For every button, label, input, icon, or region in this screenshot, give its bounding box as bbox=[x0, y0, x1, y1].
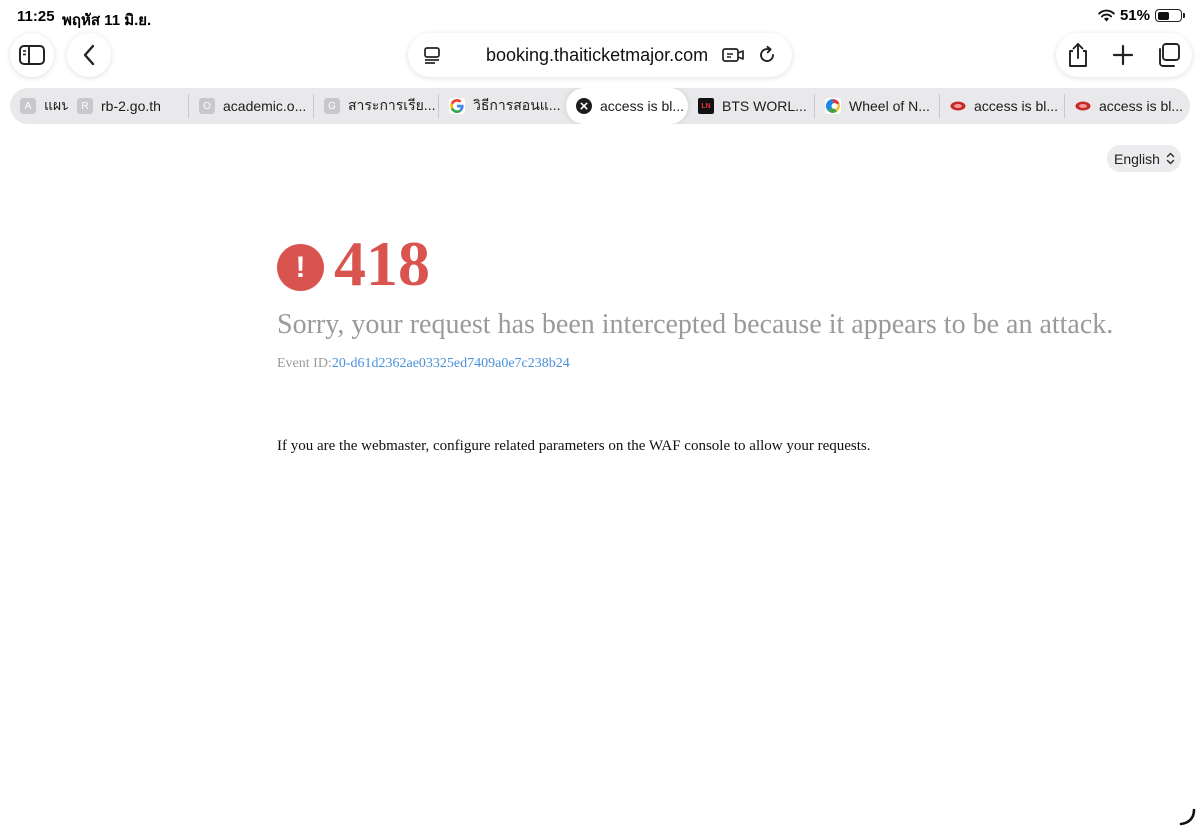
favicon: R bbox=[77, 98, 93, 114]
favicon: A bbox=[20, 98, 36, 114]
share-icon[interactable] bbox=[1064, 41, 1092, 69]
tab-item[interactable]: LN BTS WORL... bbox=[688, 88, 814, 124]
status-time: 11:25 bbox=[17, 8, 55, 25]
event-id-value: 20-d61d2362ae03325ed7409a0e7c238b24 bbox=[331, 356, 570, 371]
page-menu-icon[interactable] bbox=[420, 43, 444, 67]
status-indicators: 51% bbox=[1098, 7, 1185, 24]
error-message: Sorry, your request has been intercepted… bbox=[277, 309, 1114, 340]
event-id-line: Event ID:20-d61d2362ae03325ed7409a0e7c23… bbox=[277, 356, 570, 372]
site-favicon-icon bbox=[950, 98, 966, 114]
tab-label: rb-2.go.th bbox=[101, 98, 161, 114]
tab-item[interactable]: access is bl... bbox=[1065, 88, 1190, 124]
tab-item[interactable]: access is bl... bbox=[940, 88, 1064, 124]
tab-label: สาระการเรีย... bbox=[348, 97, 436, 113]
tab-item[interactable]: A แผนก bbox=[10, 88, 68, 124]
favicon: LN bbox=[698, 98, 714, 114]
tab-label: access is bl... bbox=[974, 98, 1059, 114]
event-id-label: Event ID: bbox=[277, 356, 332, 371]
chevron-up-down-icon bbox=[1166, 152, 1175, 165]
error-code: 418 bbox=[334, 228, 430, 299]
wifi-icon bbox=[1098, 9, 1115, 22]
sidebar-icon bbox=[19, 45, 45, 65]
battery-fill bbox=[1157, 11, 1169, 20]
tab-item[interactable]: Wheel of N... bbox=[815, 88, 939, 124]
tab-item[interactable]: G สาระการเรีย... bbox=[314, 88, 438, 124]
tab-item-active[interactable]: access is bl... bbox=[566, 88, 688, 124]
url-text: booking.thaiticketmajor.com bbox=[486, 45, 709, 65]
tab-label: วิธีการสอนแ... bbox=[473, 97, 561, 113]
back-button[interactable] bbox=[67, 33, 111, 77]
plus-icon[interactable] bbox=[1109, 41, 1137, 69]
tab-item[interactable]: O academic.o... bbox=[189, 88, 313, 124]
tab-item[interactable]: วิธีการสอนแ... bbox=[439, 88, 563, 124]
tab-label: แผนก bbox=[44, 97, 68, 113]
reload-icon[interactable] bbox=[755, 43, 779, 67]
tab-label: access is bl... bbox=[600, 98, 685, 114]
tab-label: access is bl... bbox=[1099, 98, 1184, 114]
close-icon[interactable] bbox=[576, 98, 592, 114]
language-selected: English bbox=[1114, 150, 1160, 167]
error-icon: ! bbox=[277, 244, 324, 291]
tabs-icon[interactable] bbox=[1154, 41, 1182, 69]
sidebar-button[interactable] bbox=[10, 33, 54, 77]
favicon: G bbox=[324, 98, 340, 114]
favicon: O bbox=[199, 98, 215, 114]
chevron-left-icon bbox=[83, 44, 95, 66]
extension-icon[interactable] bbox=[721, 43, 745, 67]
address-bar[interactable]: booking.thaiticketmajor.com bbox=[408, 33, 792, 77]
tab-item[interactable]: R rb-2.go.th bbox=[67, 88, 189, 124]
resize-handle-icon[interactable] bbox=[1178, 808, 1196, 826]
webmaster-note: If you are the webmaster, configure rela… bbox=[277, 438, 871, 454]
status-date: พฤหัส 11 มิ.ย. bbox=[62, 12, 152, 29]
site-favicon-icon bbox=[1075, 98, 1091, 114]
google-icon bbox=[449, 98, 465, 114]
battery-percentage: 51% bbox=[1119, 7, 1150, 24]
toolbar-right-group bbox=[1056, 33, 1192, 77]
tab-label: academic.o... bbox=[223, 98, 307, 114]
tab-strip: A แผนก R rb-2.go.th O academic.o... G สา… bbox=[10, 88, 1190, 124]
tab-label: Wheel of N... bbox=[849, 98, 930, 114]
tab-label: BTS WORL... bbox=[722, 98, 807, 114]
wheel-icon bbox=[825, 98, 841, 114]
status-bar: 11:25 พฤหัส 11 มิ.ย. 51% bbox=[0, 0, 1200, 32]
language-select[interactable]: English bbox=[1107, 145, 1181, 172]
battery-icon bbox=[1155, 9, 1185, 22]
